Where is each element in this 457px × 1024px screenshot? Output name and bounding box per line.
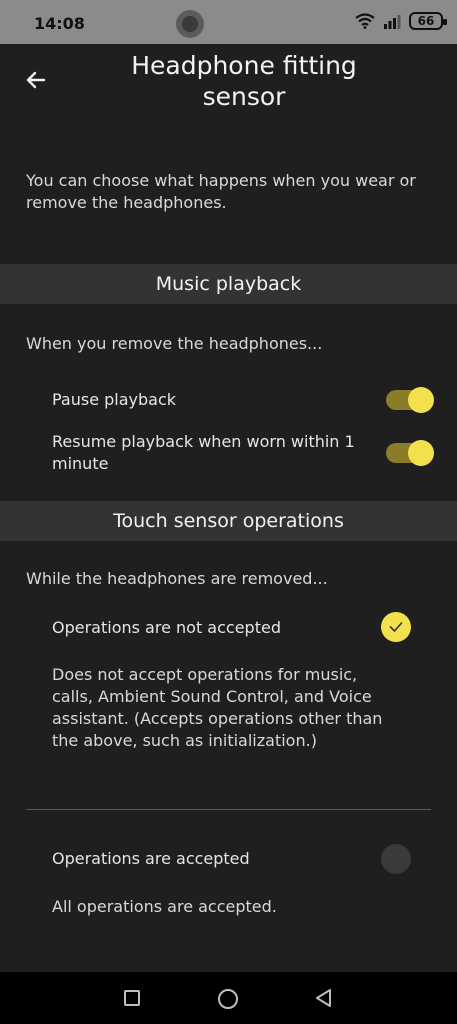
pause-playback-toggle[interactable] <box>386 387 434 413</box>
intro-text: You can choose what happens when you wea… <box>26 171 416 212</box>
system-nav-bar <box>0 972 457 1024</box>
battery-icon: 66 <box>409 12 447 30</box>
toggle-knob <box>408 440 434 466</box>
music-subheading: When you remove the headphones... <box>26 334 323 353</box>
music-playback-section-header: Music playback <box>0 264 457 304</box>
operations-accepted-radio[interactable] <box>381 844 411 874</box>
operations-not-accepted-description: Does not accept operations for music, ca… <box>52 665 383 750</box>
operations-not-accepted-label[interactable]: Operations are not accepted <box>52 618 281 637</box>
status-icons: 66 <box>355 12 447 30</box>
arrow-left-icon <box>26 71 46 89</box>
touch-sensor-section-header: Touch sensor operations <box>0 501 457 541</box>
operations-not-accepted-radio[interactable] <box>381 612 411 642</box>
back-button[interactable] <box>18 62 54 98</box>
back-nav-button[interactable] <box>314 988 332 1008</box>
status-time: 14:08 <box>34 14 85 33</box>
operations-accepted-description: All operations are accepted. <box>52 897 277 916</box>
check-icon <box>389 622 403 632</box>
notification-app-icon <box>176 10 204 38</box>
status-bar: 14:08 66 <box>0 0 457 44</box>
toggle-knob <box>408 387 434 413</box>
signal-icon <box>383 13 401 29</box>
home-button[interactable] <box>218 989 238 1009</box>
touch-subheading: While the headphones are removed... <box>26 569 328 588</box>
recents-button[interactable] <box>124 990 140 1006</box>
wifi-icon <box>355 13 375 29</box>
resume-playback-label: Resume playback when worn within 1 minut… <box>52 432 355 473</box>
resume-playback-toggle[interactable] <box>386 440 434 466</box>
page-title: Headphone fitting sensor <box>131 51 357 111</box>
operations-accepted-label[interactable]: Operations are accepted <box>52 849 250 868</box>
battery-level: 66 <box>417 14 435 28</box>
divider <box>26 809 431 810</box>
header: Headphone fitting sensor <box>0 44 457 144</box>
pause-playback-label: Pause playback <box>52 390 177 409</box>
